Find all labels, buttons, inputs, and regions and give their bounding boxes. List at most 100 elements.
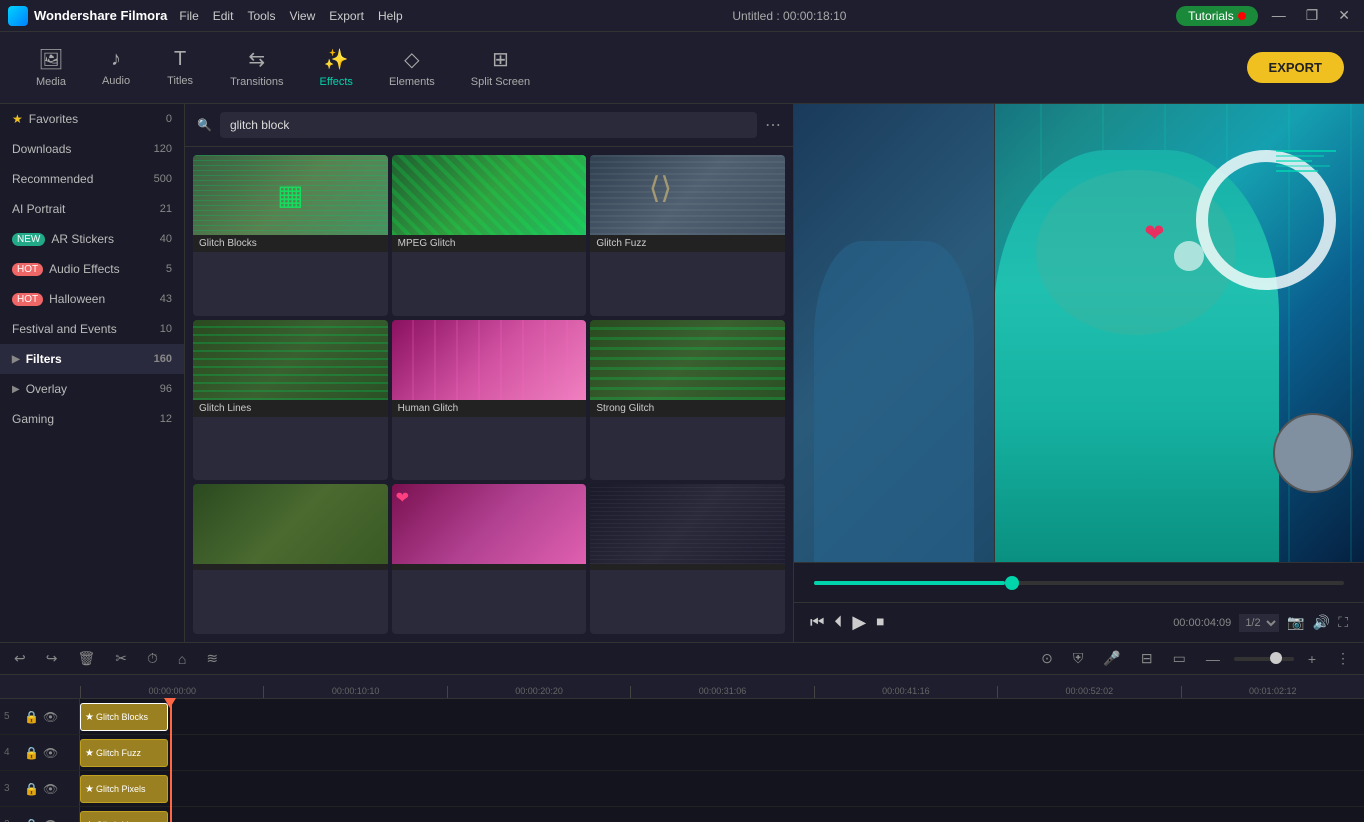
effect-card-glitch-lines[interactable]: Glitch Lines <box>193 320 388 481</box>
preview-effect-sidebar <box>1276 150 1336 172</box>
menu-bar[interactable]: File Edit Tools View Export Help <box>179 9 402 23</box>
toolbar-audio[interactable]: ♪ Audio <box>86 42 146 93</box>
eye-icon-3[interactable]: 👁 <box>43 782 58 796</box>
menu-export[interactable]: Export <box>329 9 364 23</box>
shield-button[interactable]: ⛨ <box>1067 648 1090 669</box>
adjust-button[interactable]: ⊟ <box>1135 648 1159 669</box>
menu-tools[interactable]: Tools <box>247 9 275 23</box>
panel-item-recommended[interactable]: Recommended 500 <box>0 164 184 194</box>
page-selector[interactable]: 1/2 <box>1239 614 1279 632</box>
festival-events-count: 10 <box>160 323 172 335</box>
caption-button[interactable]: ▭ <box>1167 648 1192 669</box>
ruler-marks: 00:00:00:00 00:00:10:10 00:00:20:20 00:0… <box>80 686 1364 698</box>
track-2-controls: 2 🔒 👁 <box>0 807 80 822</box>
fullscreen-button[interactable]: ⛶ <box>1338 614 1348 631</box>
snap-button[interactable]: ⊙ <box>1035 648 1059 669</box>
frame-back-button[interactable]: ⏴ <box>834 614 842 632</box>
effect-card-glitch-fuzz[interactable]: ⟨⟩ Glitch Fuzz <box>590 155 785 316</box>
panel-item-ai-portrait[interactable]: AI Portrait 21 <box>0 194 184 224</box>
titlebar-left: Wondershare Filmora File Edit Tools View… <box>8 6 403 26</box>
maximize-button[interactable]: ❐ <box>1300 5 1325 26</box>
menu-help[interactable]: Help <box>378 9 403 23</box>
panel-item-ar-stickers[interactable]: NEW AR Stickers 40 <box>0 224 184 254</box>
menu-file[interactable]: File <box>179 9 198 23</box>
track-5-controls: 5 🔒 👁 <box>0 699 80 734</box>
grid-options-icon[interactable]: ⋯ <box>765 115 781 135</box>
lock-icon-2[interactable]: 🔒 <box>24 818 39 822</box>
effect-card-8[interactable]: ❤ <box>392 484 587 634</box>
timeline-settings-button[interactable]: ⋮ <box>1330 648 1356 669</box>
clip-glitch-pixels[interactable]: ★ Glitch Pixels <box>80 775 168 803</box>
eye-icon-5[interactable]: 👁 <box>43 710 58 724</box>
zoom-thumb[interactable] <box>1270 652 1282 664</box>
waveform-button[interactable]: ≋ <box>200 648 224 669</box>
menu-view[interactable]: View <box>289 9 315 23</box>
lock-icon-4[interactable]: 🔒 <box>24 746 39 760</box>
eye-icon-2[interactable]: 👁 <box>43 818 58 822</box>
delete-button[interactable]: 🗑 <box>71 648 101 669</box>
panel-item-downloads[interactable]: Downloads 120 <box>0 134 184 164</box>
titlebar-center: Untitled : 00:00:18:10 <box>732 9 846 23</box>
player-controls: ⏮ ⏴ ▶ ⏹ 00:00:04:09 1/2 📷 🔊 ⛶ <box>794 602 1364 642</box>
volume-button[interactable]: 🔊 <box>1313 614 1330 631</box>
ruler-mark-5: 00:00:52:02 <box>997 686 1180 698</box>
panel-item-favorites[interactable]: ★ Favorites 0 <box>0 104 184 134</box>
menu-edit[interactable]: Edit <box>213 9 234 23</box>
toolbar-split-screen[interactable]: ⊞ Split Screen <box>455 41 546 94</box>
clip-glitch-lines[interactable]: ★ Glitch Lines <box>80 811 168 822</box>
panel-item-halloween[interactable]: HOT Halloween 43 <box>0 284 184 314</box>
elements-icon: ◇ <box>404 47 419 72</box>
lock-icon-3[interactable]: 🔒 <box>24 782 39 796</box>
toolbar-effects[interactable]: ✨ Effects <box>304 41 369 94</box>
window-controls[interactable]: — ❐ ✕ <box>1266 5 1356 26</box>
mic-button[interactable]: 🎤 <box>1097 648 1126 669</box>
lock-icon-5[interactable]: 🔒 <box>24 710 39 724</box>
camera-button[interactable]: 📷 <box>1287 614 1304 631</box>
progress-thumb[interactable] <box>1005 576 1019 590</box>
zoom-in-button[interactable]: + <box>1302 649 1322 669</box>
undo-button[interactable]: ↩ <box>8 648 32 669</box>
effect-card-human-glitch[interactable]: Human Glitch <box>392 320 587 481</box>
panel-item-overlay[interactable]: ▶ Overlay 96 <box>0 374 184 404</box>
progress-bar[interactable] <box>814 581 1344 585</box>
effect-card-glitch-blocks[interactable]: ▦ Glitch Blocks <box>193 155 388 316</box>
halloween-count: 43 <box>160 293 172 305</box>
export-button[interactable]: EXPORT <box>1247 52 1344 83</box>
toolbar-elements[interactable]: ◇ Elements <box>373 41 451 94</box>
track-3-controls: 3 🔒 👁 <box>0 771 80 806</box>
playhead[interactable] <box>170 699 172 822</box>
panel-item-filters[interactable]: ▶ Filters 160 <box>0 344 184 374</box>
toolbar-titles[interactable]: T Titles <box>150 42 210 93</box>
eye-icon-4[interactable]: 👁 <box>43 746 58 760</box>
track-5-num: 5 <box>4 711 20 722</box>
panel-item-festival-events[interactable]: Festival and Events 10 <box>0 314 184 344</box>
toolbar-transitions[interactable]: ⇆ Transitions <box>214 41 299 94</box>
stop-button[interactable]: ⏹ <box>876 614 884 632</box>
favorites-star-icon: ★ <box>12 112 23 126</box>
minimize-button[interactable]: — <box>1266 5 1292 26</box>
search-input[interactable] <box>220 112 757 138</box>
skip-start-button[interactable]: ⏮ <box>810 614 824 632</box>
panel-item-gaming[interactable]: Gaming 12 <box>0 404 184 434</box>
cut-button[interactable]: ✂ <box>109 648 133 669</box>
redo-button[interactable]: ↪ <box>40 648 64 669</box>
zoom-out-button[interactable]: — <box>1200 649 1226 669</box>
toolbar-media[interactable]: 🖼 Media <box>20 41 82 94</box>
history-button[interactable]: ⏱ <box>141 648 164 669</box>
clip-glitch-fuzz[interactable]: ★ Glitch Fuzz <box>80 739 168 767</box>
track-5-body: ★ Glitch Blocks <box>80 699 1364 734</box>
effect-card-9[interactable] <box>590 484 785 634</box>
effect-card-strong-glitch[interactable]: Strong Glitch <box>590 320 785 481</box>
tutorials-button[interactable]: Tutorials <box>1176 6 1258 26</box>
audio-sync-button[interactable]: ⌂ <box>172 649 192 669</box>
effect-card-7[interactable] <box>193 484 388 634</box>
clip-star-icon-4: ★ <box>85 748 94 759</box>
toolbar-media-label: Media <box>36 76 66 88</box>
close-button[interactable]: ✕ <box>1332 5 1356 26</box>
ai-portrait-label: AI Portrait <box>12 202 65 216</box>
clip-glitch-blocks[interactable]: ★ Glitch Blocks <box>80 703 168 731</box>
panel-item-audio-effects[interactable]: HOT Audio Effects 5 <box>0 254 184 284</box>
play-button[interactable]: ▶ <box>852 612 866 633</box>
zoom-slider[interactable] <box>1234 657 1294 661</box>
effect-card-mpeg-glitch[interactable]: MPEG Glitch <box>392 155 587 316</box>
